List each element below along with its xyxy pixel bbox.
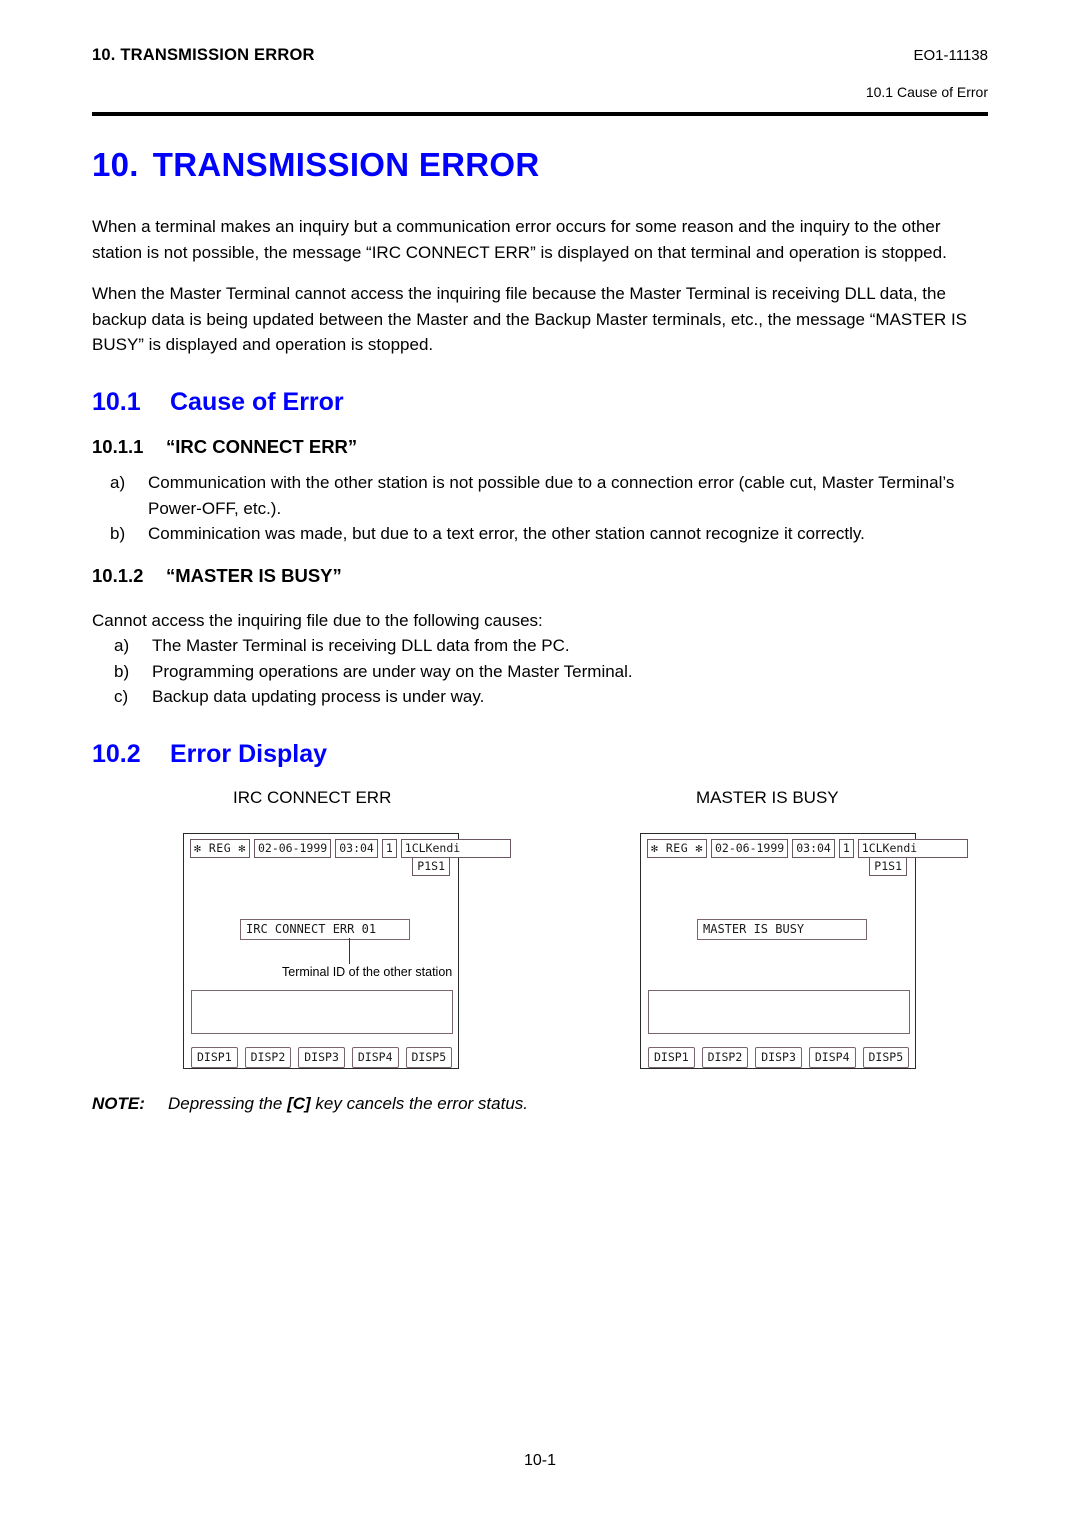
- section-10-1-title: Cause of Error: [170, 388, 344, 416]
- page-title-number: 10.: [92, 146, 139, 183]
- terminal-display-irc-connect-err: ✻ REG ✻ 02-06-1999 03:04 1 1CLKendi P1S1…: [183, 833, 511, 1069]
- status-date-field: 02-06-1999: [253, 839, 332, 858]
- page-title-text: TRANSMISSION ERROR: [152, 146, 540, 183]
- disp-key-bar: DISP1 DISP2 DISP3 DISP4 DISP5: [191, 1047, 453, 1068]
- header-rule: [92, 112, 988, 116]
- header-section-reference: 10.1 Cause of Error: [865, 84, 988, 100]
- section-10-2-number: 10.2: [92, 740, 141, 768]
- error-message-box: IRC CONNECT ERR 01: [240, 919, 410, 940]
- status-date-field: 02-06-1999: [710, 839, 789, 858]
- disp5-key[interactable]: DISP5: [862, 1047, 910, 1068]
- list-marker: b): [114, 661, 130, 681]
- list-marker: a): [114, 636, 130, 655]
- status-page-state-field: P1S1: [412, 857, 450, 876]
- note-label: NOTE:: [92, 1094, 145, 1113]
- disp1-key[interactable]: DISP1: [648, 1047, 695, 1068]
- intro-paragraph-1: When a terminal makes an inquiry but a c…: [92, 217, 947, 262]
- section-10-1-number: 10.1: [92, 388, 141, 416]
- section-10-1-2-number: 10.1.2: [92, 565, 144, 586]
- list-item-text: Comminication was made, but due to a tex…: [148, 524, 865, 543]
- list-item-text: Backup data updating process is under wa…: [152, 687, 485, 706]
- list-item: a) The Master Terminal is receiving DLL …: [92, 633, 992, 659]
- disp4-key[interactable]: DISP4: [351, 1047, 399, 1068]
- page-footer: 10-1: [0, 1452, 1080, 1470]
- page-number: 10-1: [523, 1452, 557, 1469]
- section-heading-10-2: 10.2 Error Display: [92, 740, 327, 769]
- transaction-area-box: [648, 990, 910, 1034]
- page-title: 10. TRANSMISSION ERROR: [92, 146, 540, 184]
- note-text-before: Depressing the: [168, 1094, 288, 1113]
- status-page-state-field: P1S1: [869, 857, 907, 876]
- transaction-area-box: [191, 990, 453, 1034]
- status-terminal-id-field: 1: [838, 839, 854, 858]
- status-mode-field: ✻ REG ✻: [190, 839, 250, 858]
- annotation-leader-line: [349, 938, 351, 964]
- note-text-after: key cancels the error status.: [310, 1094, 529, 1113]
- terminal-status-bar: ✻ REG ✻ 02-06-1999 03:04 1 1CLKendi: [190, 839, 511, 858]
- disp3-key[interactable]: DISP3: [298, 1047, 345, 1068]
- error-message-box: MASTER IS BUSY: [697, 919, 867, 940]
- list-item-text: The Master Terminal is receiving DLL dat…: [152, 636, 570, 655]
- status-terminal-id-field: 1: [381, 839, 397, 858]
- terminal-display-master-is-busy: ✻ REG ✻ 02-06-1999 03:04 1 1CLKendi P1S1…: [640, 833, 968, 1069]
- list-item-text: Programming operations are under way on …: [152, 661, 633, 681]
- disp5-key[interactable]: DISP5: [405, 1047, 453, 1068]
- list-item: a) Communication with the other station …: [92, 470, 992, 521]
- section-10-2-title: Error Display: [170, 740, 328, 768]
- disp2-key[interactable]: DISP2: [244, 1047, 292, 1068]
- page-header: 10. TRANSMISSION ERROR EO1-11138 10.1 Ca…: [92, 38, 988, 110]
- status-operator-field: 1CLKendi: [857, 839, 968, 858]
- disp-key-bar: DISP1 DISP2 DISP3 DISP4 DISP5: [648, 1047, 910, 1068]
- document-page: 10. TRANSMISSION ERROR EO1-11138 10.1 Ca…: [0, 0, 1080, 1528]
- list-marker: b): [110, 524, 126, 543]
- disp3-key[interactable]: DISP3: [755, 1047, 802, 1068]
- header-chapter-title: 10. TRANSMISSION ERROR: [92, 46, 315, 64]
- disp4-key[interactable]: DISP4: [808, 1047, 856, 1068]
- figure-caption-master-is-busy: MASTER IS BUSY: [696, 788, 839, 807]
- list-item: b) Programming operations are under way …: [92, 659, 992, 685]
- section-10-1-1-title: “IRC CONNECT ERR”: [166, 436, 358, 457]
- section-10-1-2-title: “MASTER IS BUSY”: [166, 565, 342, 586]
- note-block: NOTE: Depressing the [C] key cancels the …: [92, 1094, 528, 1114]
- list-marker: c): [114, 687, 129, 706]
- section-heading-10-1-2: 10.1.2 “MASTER IS BUSY”: [92, 565, 342, 587]
- section-heading-10-1-1: 10.1.1 “IRC CONNECT ERR”: [92, 436, 357, 458]
- section-heading-10-1: 10.1 Cause of Error: [92, 388, 344, 417]
- list-item: b) Comminication was made, but due to a …: [92, 521, 992, 547]
- figure-caption-irc-connect-err: IRC CONNECT ERR: [233, 788, 392, 807]
- status-time-field: 03:04: [792, 839, 835, 858]
- section-10-1-1-number: 10.1.1: [92, 436, 144, 457]
- list-10-1-1: a) Communication with the other station …: [92, 470, 992, 547]
- list-10-1-2: a) The Master Terminal is receiving DLL …: [92, 633, 992, 710]
- intro-paragraph-2: When the Master Terminal cannot access t…: [92, 284, 968, 354]
- status-operator-field: 1CLKendi: [400, 839, 511, 858]
- disp1-key[interactable]: DISP1: [191, 1047, 238, 1068]
- list-marker: a): [110, 473, 126, 492]
- list-item-text: Communication with the other station is …: [148, 473, 955, 518]
- header-document-code: EO1-11138: [913, 47, 989, 64]
- status-mode-field: ✻ REG ✻: [647, 839, 707, 858]
- disp2-key[interactable]: DISP2: [701, 1047, 749, 1068]
- status-time-field: 03:04: [335, 839, 378, 858]
- list-10-1-2-lead: Cannot access the inquiring file due to …: [92, 611, 543, 630]
- note-key: [C]: [287, 1094, 311, 1113]
- annotation-terminal-id: Terminal ID of the other station: [282, 965, 453, 979]
- terminal-status-bar: ✻ REG ✻ 02-06-1999 03:04 1 1CLKendi: [647, 839, 968, 858]
- list-item: c) Backup data updating process is under…: [92, 684, 992, 710]
